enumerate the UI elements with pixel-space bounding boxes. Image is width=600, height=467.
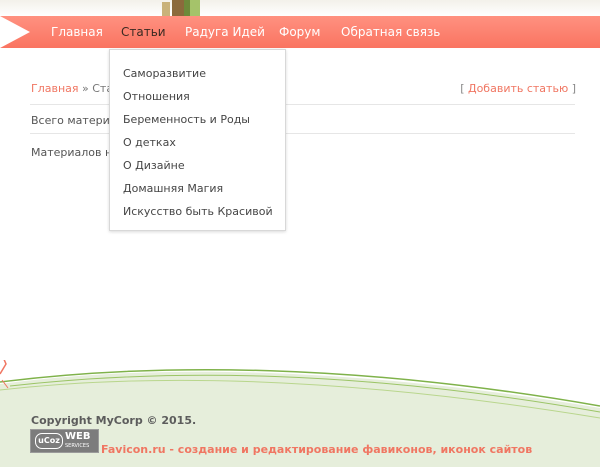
dropdown-item-kids[interactable]: О детках bbox=[123, 136, 176, 149]
ucoz-web-services-badge[interactable]: uCoz WEB SERVICES bbox=[30, 429, 99, 453]
nav-item-ideas[interactable]: Радуга Идей bbox=[185, 16, 265, 48]
dropdown-item-design[interactable]: О Дизайне bbox=[123, 159, 185, 172]
nav-item-home[interactable]: Главная bbox=[51, 16, 103, 48]
header-decoration bbox=[0, 0, 600, 16]
breadcrumb-separator: » bbox=[78, 82, 93, 95]
dropdown-item-pregnancy[interactable]: Беременность и Роды bbox=[123, 113, 250, 126]
bracket-open: [ bbox=[460, 82, 468, 95]
badge-services-text: SERVICES bbox=[65, 443, 90, 449]
dropdown-item-home-magic[interactable]: Домашняя Магия bbox=[123, 182, 223, 195]
bracket-close: ] bbox=[568, 82, 576, 95]
breadcrumb-home-link[interactable]: Главная bbox=[31, 82, 79, 95]
nav-item-articles[interactable]: Статьи bbox=[121, 16, 166, 48]
badge-web-text: WEB bbox=[65, 431, 91, 442]
nav-item-feedback[interactable]: Обратная связь bbox=[341, 16, 440, 48]
nav-item-forum[interactable]: Форум bbox=[279, 16, 320, 48]
favicon-footer-link[interactable]: Favicon.ru - создание и редактирование ф… bbox=[101, 443, 532, 456]
ucoz-logo: uCoz bbox=[35, 433, 63, 449]
add-article-action: [ Добавить статью ] bbox=[460, 82, 576, 95]
footer-copyright: Copyright MyCorp © 2015. bbox=[31, 414, 197, 427]
dropdown-item-self-development[interactable]: Саморазвитие bbox=[123, 67, 206, 80]
dropdown-item-beauty[interactable]: Искусство быть Красивой bbox=[123, 205, 273, 218]
add-article-link[interactable]: Добавить статью bbox=[468, 82, 568, 95]
header-tree-art bbox=[162, 0, 200, 16]
dropdown-item-relationships[interactable]: Отношения bbox=[123, 90, 190, 103]
articles-dropdown-menu: Саморазвитие Отношения Беременность и Ро… bbox=[109, 49, 286, 231]
nav-notch-decoration bbox=[0, 16, 30, 48]
